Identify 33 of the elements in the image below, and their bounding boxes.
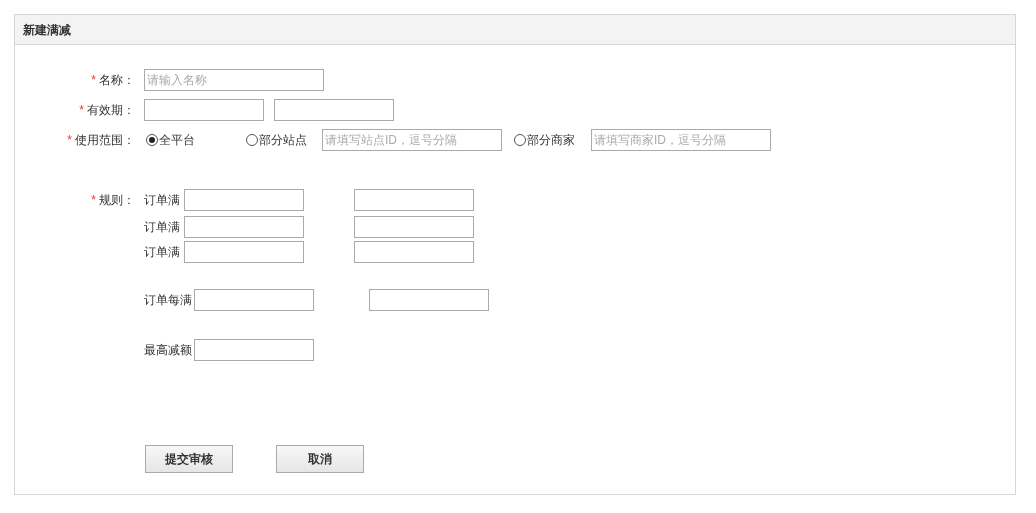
- end-date-field[interactable]: [274, 99, 394, 121]
- panel-title: 新建满减: [23, 21, 71, 39]
- discount-field[interactable]: [354, 189, 474, 211]
- discount-field[interactable]: [354, 216, 474, 238]
- threshold-field[interactable]: [184, 216, 304, 238]
- tier-label: 订单满: [144, 244, 181, 261]
- threshold-field[interactable]: [194, 289, 314, 311]
- required-mark: *: [79, 102, 84, 119]
- submit-button[interactable]: 提交审核: [145, 445, 233, 473]
- discount-field[interactable]: [369, 289, 489, 311]
- threshold-field[interactable]: [184, 189, 304, 211]
- cancel-button[interactable]: 取消: [276, 445, 364, 473]
- required-mark: *: [67, 132, 72, 149]
- discount-field[interactable]: [354, 241, 474, 263]
- tier-label: 订单每满: [144, 292, 193, 309]
- radio-option[interactable]: 全平台: [146, 131, 195, 149]
- tier-label: 订单满: [144, 219, 181, 236]
- field-label: 名称：: [99, 72, 135, 89]
- field-label: 使用范围：: [75, 132, 135, 149]
- required-mark: *: [91, 72, 96, 89]
- name-field[interactable]: 请输入名称: [144, 69, 324, 91]
- required-mark: *: [91, 192, 96, 209]
- tier-label: 订单满: [144, 192, 181, 209]
- threshold-field[interactable]: [184, 241, 304, 263]
- id-list-field[interactable]: 请填写站点ID，逗号分隔: [322, 129, 502, 151]
- start-date-field[interactable]: [144, 99, 264, 121]
- radio-option[interactable]: 部分站点: [246, 131, 307, 149]
- max-discount-field[interactable]: [194, 339, 314, 361]
- id-list-field[interactable]: 请填写商家ID，逗号分隔: [591, 129, 771, 151]
- tier-label: 最高减额: [144, 342, 193, 359]
- radio-option[interactable]: 部分商家: [514, 131, 575, 149]
- field-label: 有效期：: [87, 102, 135, 119]
- field-label: 规则：: [99, 192, 135, 209]
